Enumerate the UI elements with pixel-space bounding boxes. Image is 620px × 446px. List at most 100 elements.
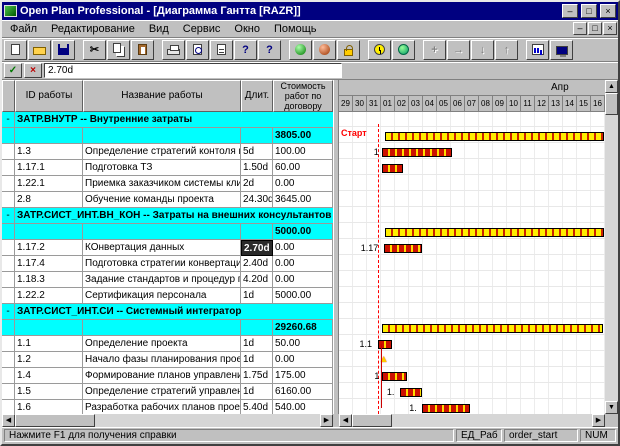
table-row[interactable]: 1.17.1Подготовка ТЗ1.50d60.00	[2, 160, 333, 176]
cancel-edit-button[interactable]: ×	[24, 63, 42, 78]
cell-activity-name: Задание стандартов и процедур по д	[83, 272, 241, 288]
toolbar: ✂?? +→↓ ↑	[2, 38, 618, 62]
row-gutter	[2, 336, 15, 352]
gantt-bar[interactable]	[382, 148, 452, 157]
table-row[interactable]: 1.22.2Сертификация персонала1d5000.00	[2, 288, 333, 304]
codes-button[interactable]	[550, 40, 573, 60]
menu-item[interactable]: Сервис	[176, 21, 228, 37]
table-row[interactable]: -ЗАТР.СИСТ_ИНТ.СИ -- Системный интеграто…	[2, 304, 333, 320]
scroll-left-icon[interactable]: ◀	[339, 414, 352, 427]
baseline-button[interactable]	[313, 40, 336, 60]
table-row[interactable]: 1.1Определение проекта1d50.00	[2, 336, 333, 352]
gantt-bar[interactable]	[384, 244, 422, 253]
table-row[interactable]: 3805.00	[2, 128, 333, 144]
gantt-bar[interactable]	[382, 372, 407, 381]
table-row[interactable]: 2.8Обучение команды проекта24.30d3645.00	[2, 192, 333, 208]
month-label: Апр	[551, 82, 569, 93]
lock-icon	[344, 49, 353, 56]
menu-item[interactable]: Редактирование	[44, 21, 142, 37]
scroll-down-icon[interactable]: ▼	[605, 401, 618, 414]
time-analysis-button[interactable]	[368, 40, 391, 60]
scroll-left-icon[interactable]: ◀	[2, 414, 15, 427]
table-hscroll-thumb[interactable]	[15, 414, 95, 427]
table-row[interactable]: 29260.68	[2, 320, 333, 336]
gantt-bar[interactable]	[422, 404, 470, 413]
table-hscrollbar[interactable]: ◀ ▶	[2, 414, 333, 427]
resource-scheduling-button[interactable]	[392, 40, 415, 60]
print-button[interactable]	[162, 40, 185, 60]
help-button[interactable]: ?	[234, 40, 257, 60]
scroll-right-icon[interactable]: ▶	[592, 414, 605, 427]
cell-edit-input[interactable]	[44, 63, 342, 78]
table-row[interactable]: -ЗАТР.СИСТ_ИНТ.ВН_КОН -- Затраты на внеш…	[2, 208, 333, 224]
add-activity-button[interactable]: +	[423, 40, 446, 60]
header-id[interactable]: ID работы	[15, 80, 83, 112]
move-up-button[interactable]: ↑	[495, 40, 518, 60]
gantt-hscroll-thumb[interactable]	[352, 414, 392, 427]
row-gutter	[2, 160, 15, 176]
table-row[interactable]: 1.17.4Подготовка стратегии конвертации2.…	[2, 256, 333, 272]
accept-edit-button[interactable]: ✓	[4, 63, 22, 78]
lock-button[interactable]	[337, 40, 360, 60]
mdi-close-button[interactable]: ×	[603, 22, 617, 35]
row-gutter	[2, 240, 15, 256]
context-help-button[interactable]: ?	[258, 40, 281, 60]
gantt-bar[interactable]	[378, 340, 392, 349]
vertical-scroll-thumb[interactable]	[605, 93, 618, 115]
cut-button[interactable]: ✂	[83, 40, 106, 60]
table-row[interactable]: 1.6Разработка рабочих планов проекта5.40…	[2, 400, 333, 414]
cell-activity-id	[15, 320, 83, 336]
table-row[interactable]: 1.22.1Приемка заказчиком системы клиент2…	[2, 176, 333, 192]
scroll-up-icon[interactable]: ▲	[605, 80, 618, 93]
table-row[interactable]: 1.2Начало фазы планирования проекта1d0.0…	[2, 352, 333, 368]
gantt-bar[interactable]	[382, 164, 403, 173]
menu-item[interactable]: Файл	[3, 21, 44, 37]
vertical-scrollbar[interactable]: ▲ ▼	[605, 80, 618, 414]
gantt-bar[interactable]	[385, 132, 603, 141]
gantt-bar[interactable]	[385, 228, 603, 237]
app-icon[interactable]	[4, 5, 17, 17]
link-activities-button[interactable]: →	[447, 40, 470, 60]
menu-item[interactable]: Вид	[142, 21, 176, 37]
mdi-minimize-button[interactable]: –	[573, 22, 587, 35]
move-down-button[interactable]: ↓	[471, 40, 494, 60]
close-button[interactable]: ×	[600, 4, 616, 18]
table-row[interactable]: 1.17.2КОнвертация данных2.70d0.00	[2, 240, 333, 256]
reports-button[interactable]	[210, 40, 233, 60]
gantt-bar[interactable]	[382, 324, 603, 333]
header-name[interactable]: Название работы	[83, 80, 241, 112]
table-row[interactable]: 1.18.3Задание стандартов и процедур по д…	[2, 272, 333, 288]
cell-activity-id: 1.17.4	[15, 256, 83, 272]
save-button[interactable]	[52, 40, 75, 60]
open-button[interactable]	[28, 40, 51, 60]
vertical-scroll-track[interactable]	[605, 115, 618, 401]
gantt-hscrollbar[interactable]: ◀ ▶	[339, 414, 605, 427]
table-row[interactable]: 1.5Определение стратегий управления и1d6…	[2, 384, 333, 400]
header-duration[interactable]: Длит.	[241, 80, 273, 112]
table-row[interactable]: -ЗАТР.ВНУТР -- Внутренние затраты	[2, 112, 333, 128]
table-hscroll-track[interactable]	[95, 414, 320, 427]
up-arrow-icon: ↑	[504, 44, 510, 56]
table-row[interactable]: 1.4Формирование планов управления1.75d17…	[2, 368, 333, 384]
new-button[interactable]	[4, 40, 27, 60]
mdi-restore-button[interactable]: □	[588, 22, 602, 35]
cell-cost: 60.00	[273, 160, 333, 176]
paste-button[interactable]	[131, 40, 154, 60]
menu-item[interactable]: Помощь	[267, 21, 324, 37]
cell-activity-name: Разработка рабочих планов проекта	[83, 400, 241, 414]
print-preview-button[interactable]	[186, 40, 209, 60]
copy-button[interactable]	[107, 40, 130, 60]
gantt-hscroll-track[interactable]	[392, 414, 592, 427]
cell-activity-id: 1.22.1	[15, 176, 83, 192]
menu-item[interactable]: Окно	[227, 21, 267, 37]
header-cost[interactable]: Стоимость работ по договору	[273, 80, 333, 112]
minimize-button[interactable]: –	[562, 4, 578, 18]
cell-activity-id: 2.8	[15, 192, 83, 208]
restore-button[interactable]: □	[581, 4, 597, 18]
table-row[interactable]: 5000.00	[2, 224, 333, 240]
views-button[interactable]	[526, 40, 549, 60]
table-row[interactable]: 1.3Определение стратегий контоля и отч5d…	[2, 144, 333, 160]
time-now-button[interactable]	[289, 40, 312, 60]
scroll-right-icon[interactable]: ▶	[320, 414, 333, 427]
gantt-bar[interactable]	[400, 388, 422, 397]
